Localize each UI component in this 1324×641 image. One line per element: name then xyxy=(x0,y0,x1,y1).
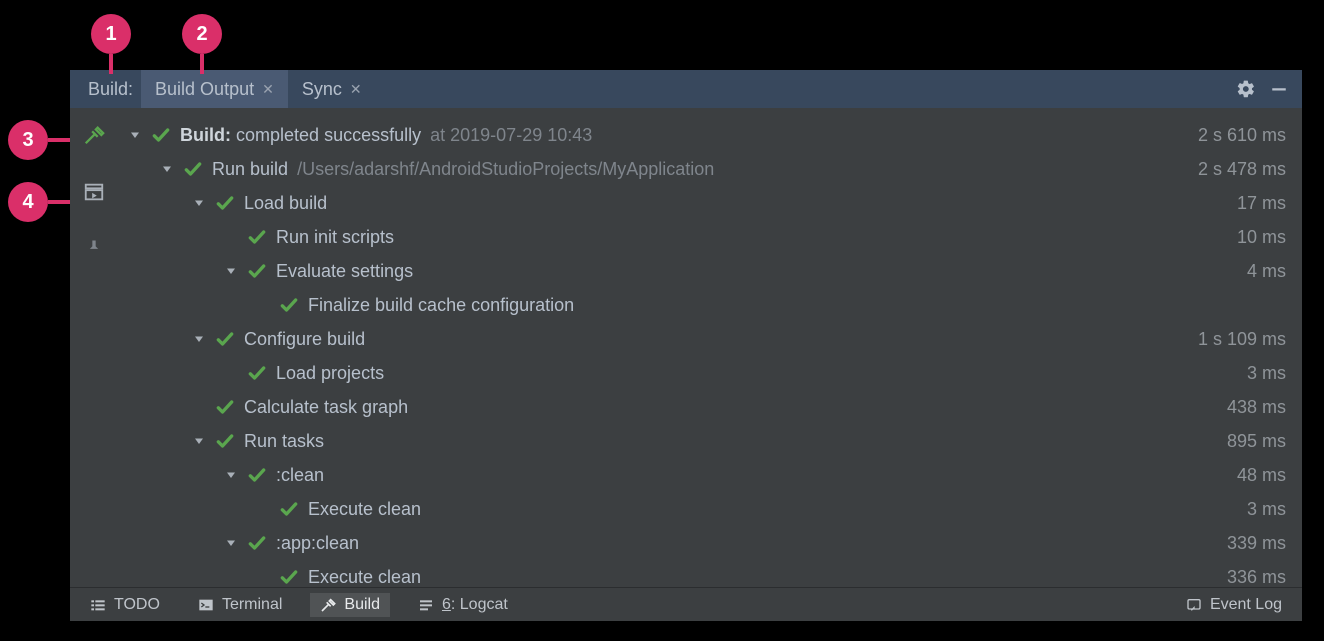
duration-label: 48 ms xyxy=(1217,465,1286,486)
tree-row[interactable]: Load build 17 ms xyxy=(122,186,1286,220)
tree-row[interactable]: :app:clean 339 ms xyxy=(122,526,1286,560)
callout-1: 1 xyxy=(91,14,131,54)
tree-row[interactable]: Evaluate settings 4 ms xyxy=(122,254,1286,288)
tree-row[interactable]: Calculate task graph 438 ms xyxy=(122,390,1286,424)
tree-row[interactable]: :clean 48 ms xyxy=(122,458,1286,492)
tree-row[interactable]: Execute clean 3 ms xyxy=(122,492,1286,526)
tree-label: Run tasks xyxy=(244,431,324,452)
tree-label: :clean xyxy=(276,465,324,486)
chevron-down-icon[interactable] xyxy=(222,262,240,280)
callout-3: 3 xyxy=(8,120,48,160)
tree-label: Finalize build cache configuration xyxy=(308,295,574,316)
chevron-down-icon[interactable] xyxy=(158,160,176,178)
footer-logcat[interactable]: 6: Logcat xyxy=(408,593,518,617)
tree-row[interactable]: Configure build 1 s 109 ms xyxy=(122,322,1286,356)
tree-label: :app:clean xyxy=(276,533,359,554)
check-icon xyxy=(278,498,300,520)
duration-label: 2 s 610 ms xyxy=(1178,125,1286,146)
check-icon xyxy=(182,158,204,180)
duration-label: 895 ms xyxy=(1207,431,1286,452)
minimize-icon[interactable] xyxy=(1270,80,1288,98)
tree-row[interactable]: Run build /Users/adarshf/AndroidStudioPr… xyxy=(122,152,1286,186)
tree-row[interactable]: Load projects 3 ms xyxy=(122,356,1286,390)
check-icon xyxy=(278,566,300,587)
footer-event-log[interactable]: Event Log xyxy=(1176,593,1292,617)
check-icon xyxy=(246,260,268,282)
tree-label: Execute clean xyxy=(308,499,421,520)
duration-label: 17 ms xyxy=(1217,193,1286,214)
tree-label: Run init scripts xyxy=(276,227,394,248)
status-bar: TODO Terminal Build 6: Logcat Event Log xyxy=(70,587,1302,621)
tree-label: Configure build xyxy=(244,329,365,350)
panel-header: Build: Build Output ✕ Sync ✕ xyxy=(70,70,1302,108)
duration-label: 2 s 478 ms xyxy=(1178,159,1286,180)
chevron-down-icon[interactable] xyxy=(190,432,208,450)
check-icon xyxy=(246,362,268,384)
gear-icon[interactable] xyxy=(1236,79,1256,99)
build-panel: Build: Build Output ✕ Sync ✕ xyxy=(70,70,1302,621)
hammer-icon[interactable] xyxy=(83,124,105,151)
duration-label: 336 ms xyxy=(1207,567,1286,588)
tree-label: Load build xyxy=(244,193,327,214)
tree-label: Evaluate settings xyxy=(276,261,413,282)
callout-2: 2 xyxy=(182,14,222,54)
panel-title: Build: xyxy=(80,79,141,100)
check-icon xyxy=(214,192,236,214)
duration-label: 1 s 109 ms xyxy=(1178,329,1286,350)
restart-icon[interactable] xyxy=(83,181,105,208)
tool-gutter xyxy=(70,108,118,587)
tree-row[interactable]: Run init scripts 10 ms xyxy=(122,220,1286,254)
chevron-down-icon[interactable] xyxy=(126,126,144,144)
chevron-down-icon[interactable] xyxy=(222,534,240,552)
chevron-down-icon[interactable] xyxy=(222,466,240,484)
tree-label: Run build /Users/adarshf/AndroidStudioPr… xyxy=(212,159,714,180)
check-icon xyxy=(246,532,268,554)
check-icon xyxy=(246,226,268,248)
check-icon xyxy=(214,430,236,452)
duration-label: 4 ms xyxy=(1227,261,1286,282)
tab-sync[interactable]: Sync ✕ xyxy=(288,70,376,108)
pin-icon[interactable] xyxy=(84,238,104,263)
duration-label: 438 ms xyxy=(1207,397,1286,418)
tree-row[interactable]: Finalize build cache configuration xyxy=(122,288,1286,322)
duration-label: 10 ms xyxy=(1217,227,1286,248)
close-icon[interactable]: ✕ xyxy=(350,81,362,98)
tab-build-output[interactable]: Build Output ✕ xyxy=(141,70,288,108)
duration-label: 3 ms xyxy=(1227,499,1286,520)
check-icon xyxy=(150,124,172,146)
tree-row[interactable]: Execute clean 336 ms xyxy=(122,560,1286,587)
footer-todo[interactable]: TODO xyxy=(80,593,170,617)
check-icon xyxy=(214,396,236,418)
tree-label: Calculate task graph xyxy=(244,397,408,418)
tree-label: Build: completed successfully at 2019-07… xyxy=(180,125,592,146)
check-icon xyxy=(246,464,268,486)
build-tree[interactable]: Build: completed successfully at 2019-07… xyxy=(118,108,1302,587)
footer-build[interactable]: Build xyxy=(310,593,390,617)
callout-4: 4 xyxy=(8,182,48,222)
tree-label: Load projects xyxy=(276,363,384,384)
check-icon xyxy=(214,328,236,350)
close-icon[interactable]: ✕ xyxy=(262,81,274,98)
footer-terminal[interactable]: Terminal xyxy=(188,593,292,617)
chevron-down-icon[interactable] xyxy=(190,194,208,212)
tree-label: Execute clean xyxy=(308,567,421,588)
check-icon xyxy=(278,294,300,316)
tree-row[interactable]: Build: completed successfully at 2019-07… xyxy=(122,118,1286,152)
duration-label: 3 ms xyxy=(1227,363,1286,384)
duration-label: 339 ms xyxy=(1207,533,1286,554)
tree-row[interactable]: Run tasks 895 ms xyxy=(122,424,1286,458)
chevron-down-icon[interactable] xyxy=(190,330,208,348)
